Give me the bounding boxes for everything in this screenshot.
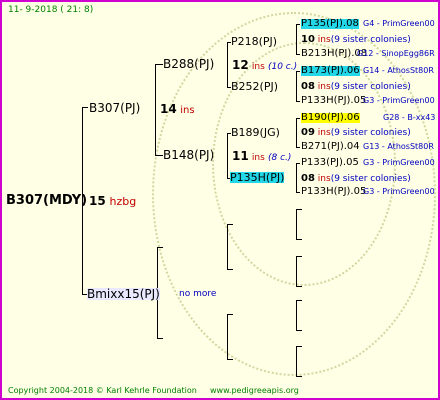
connector-line [82, 107, 88, 108]
ssd-colonies: (9 sister colonies) [330, 82, 411, 92]
dam-label[interactable]: Bmixx15(PJ) [87, 288, 160, 300]
g4-label-4[interactable]: B190(PJ).06 [301, 113, 360, 123]
connector-line [155, 155, 163, 156]
connector-line [296, 24, 297, 55]
sire-ins-suffix: ins [180, 105, 195, 116]
connector-line [296, 256, 297, 287]
connector-line [296, 376, 302, 377]
sd-inseminations: 11 ins (8 c.) [232, 150, 291, 163]
sds-ins-suffix: ins [317, 128, 331, 138]
connector-line [296, 54, 300, 55]
connector-line [227, 359, 233, 360]
connector-line [296, 286, 302, 287]
connector-line [296, 101, 300, 102]
connector-line [296, 300, 297, 331]
sdd-ins-suffix: ins [317, 174, 331, 184]
sdd-ins-count: 08 [301, 173, 315, 184]
connector-line [296, 163, 300, 164]
ss-ins-suffix: ins [251, 62, 265, 72]
g4-label-5[interactable]: B271(PJ).04 [301, 142, 360, 152]
ssd-ins-suffix: ins [317, 82, 331, 92]
ss-inseminations: 12 ins (10 c.) [232, 59, 297, 72]
sdd-colonies: (9 sister colonies) [330, 174, 411, 184]
footer-copyright: Copyright 2004-2018 © Karl Kehrle Founda… [8, 386, 197, 395]
connector-line [296, 192, 300, 193]
dam-note: no more [179, 289, 217, 299]
g4-label-7[interactable]: P133H(PJ).05 [301, 187, 366, 197]
connector-line [296, 346, 302, 347]
connector-line [227, 314, 233, 315]
connector-line [296, 209, 302, 210]
g4-tag-6: G3 - PrimGreen00 [363, 158, 435, 167]
connector-line [296, 71, 297, 102]
connector-line [296, 147, 300, 148]
connector-line [227, 224, 228, 270]
sd-ins-count: 11 [232, 149, 249, 163]
connector-line [227, 314, 228, 360]
connector-line [227, 269, 233, 270]
connector-line [296, 346, 297, 377]
g4-label-2[interactable]: B173(PJ).06 [301, 66, 360, 76]
ss-ins-count: 12 [232, 58, 249, 72]
connector-line [296, 330, 302, 331]
sd-colonies: (8 c.) [267, 153, 292, 163]
connector-line [155, 64, 163, 65]
g4-tag-3: G3 - PrimGreen00 [363, 96, 435, 105]
sdd-label[interactable]: P135H(PJ) [230, 172, 285, 183]
sds-ins-count: 09 [301, 127, 315, 138]
sss-inseminations: 10 ins(9 sister colonies) [301, 35, 411, 45]
connector-line [296, 163, 297, 193]
g4-tag-2: G14 - AthosSt80R [363, 66, 434, 75]
g4-label-3[interactable]: P133H(PJ).05 [301, 96, 366, 106]
g4-tag-0: G4 - PrimGreen00 [363, 19, 435, 28]
g4-tag-1: G12 - SinopEgg86R [357, 49, 435, 58]
ssd-ins-count: 08 [301, 81, 315, 92]
connector-line [296, 24, 300, 25]
sdd-inseminations: 08 ins(9 sister colonies) [301, 174, 411, 184]
sds-colonies: (9 sister colonies) [330, 128, 411, 138]
sss-ins-suffix: ins [317, 35, 331, 45]
connector-line [296, 300, 302, 301]
g4-label-0[interactable]: P135(PJ).08 [301, 19, 359, 29]
root-ins-suffix: hzbg [109, 195, 137, 208]
sss-label[interactable]: P218(PJ) [231, 36, 277, 47]
sds-label[interactable]: B189(JG) [231, 127, 280, 138]
connector-line [155, 64, 156, 156]
sd-ins-suffix: ins [251, 153, 265, 163]
pedigree-date: 11- 9-2018 ( 21: 8) [8, 5, 94, 15]
connector-line [296, 256, 302, 257]
root-ins-count: 15 [89, 194, 106, 208]
sire-inseminations: 14 ins [160, 103, 195, 116]
sire-label[interactable]: B307(PJ) [89, 102, 140, 114]
pedigree-frame: 11- 9-2018 ( 21: 8) B307(MDY) 15 hzbg B3… [0, 0, 440, 400]
connector-line [227, 224, 233, 225]
ssd-label[interactable]: B252(PJ) [231, 81, 278, 92]
g4-tag-7: G3 - PrimGreen00 [363, 187, 435, 196]
g4-tag-5: G13 - AthosSt80R [363, 142, 434, 151]
root-queen-inseminations: 15 hzbg [89, 195, 136, 207]
ss-colonies: (10 c.) [267, 62, 298, 72]
connector-line [296, 118, 300, 119]
g4-label-6[interactable]: P133(PJ).05 [301, 158, 359, 168]
sss-colonies: (9 sister colonies) [330, 35, 411, 45]
ssd-inseminations: 08 ins(9 sister colonies) [301, 82, 411, 92]
connector-line [296, 239, 302, 240]
connector-line [227, 42, 228, 88]
sds-inseminations: 09 ins(9 sister colonies) [301, 128, 411, 138]
connector-line [227, 133, 228, 179]
sd-label[interactable]: B148(PJ) [163, 149, 214, 161]
connector-line [296, 209, 297, 240]
footer-website-link[interactable]: www.pedigreeapis.org [210, 387, 299, 395]
connector-line [157, 247, 163, 248]
root-queen-label[interactable]: B307(MDY) [6, 194, 87, 207]
g4-tag-4: G28 - B-xx43 [383, 113, 436, 122]
ss-label[interactable]: B288(PJ) [163, 58, 214, 70]
connector-line [157, 338, 163, 339]
sire-ins-count: 14 [160, 102, 177, 116]
connector-line [296, 118, 297, 148]
sss-ins-count: 10 [301, 34, 315, 45]
